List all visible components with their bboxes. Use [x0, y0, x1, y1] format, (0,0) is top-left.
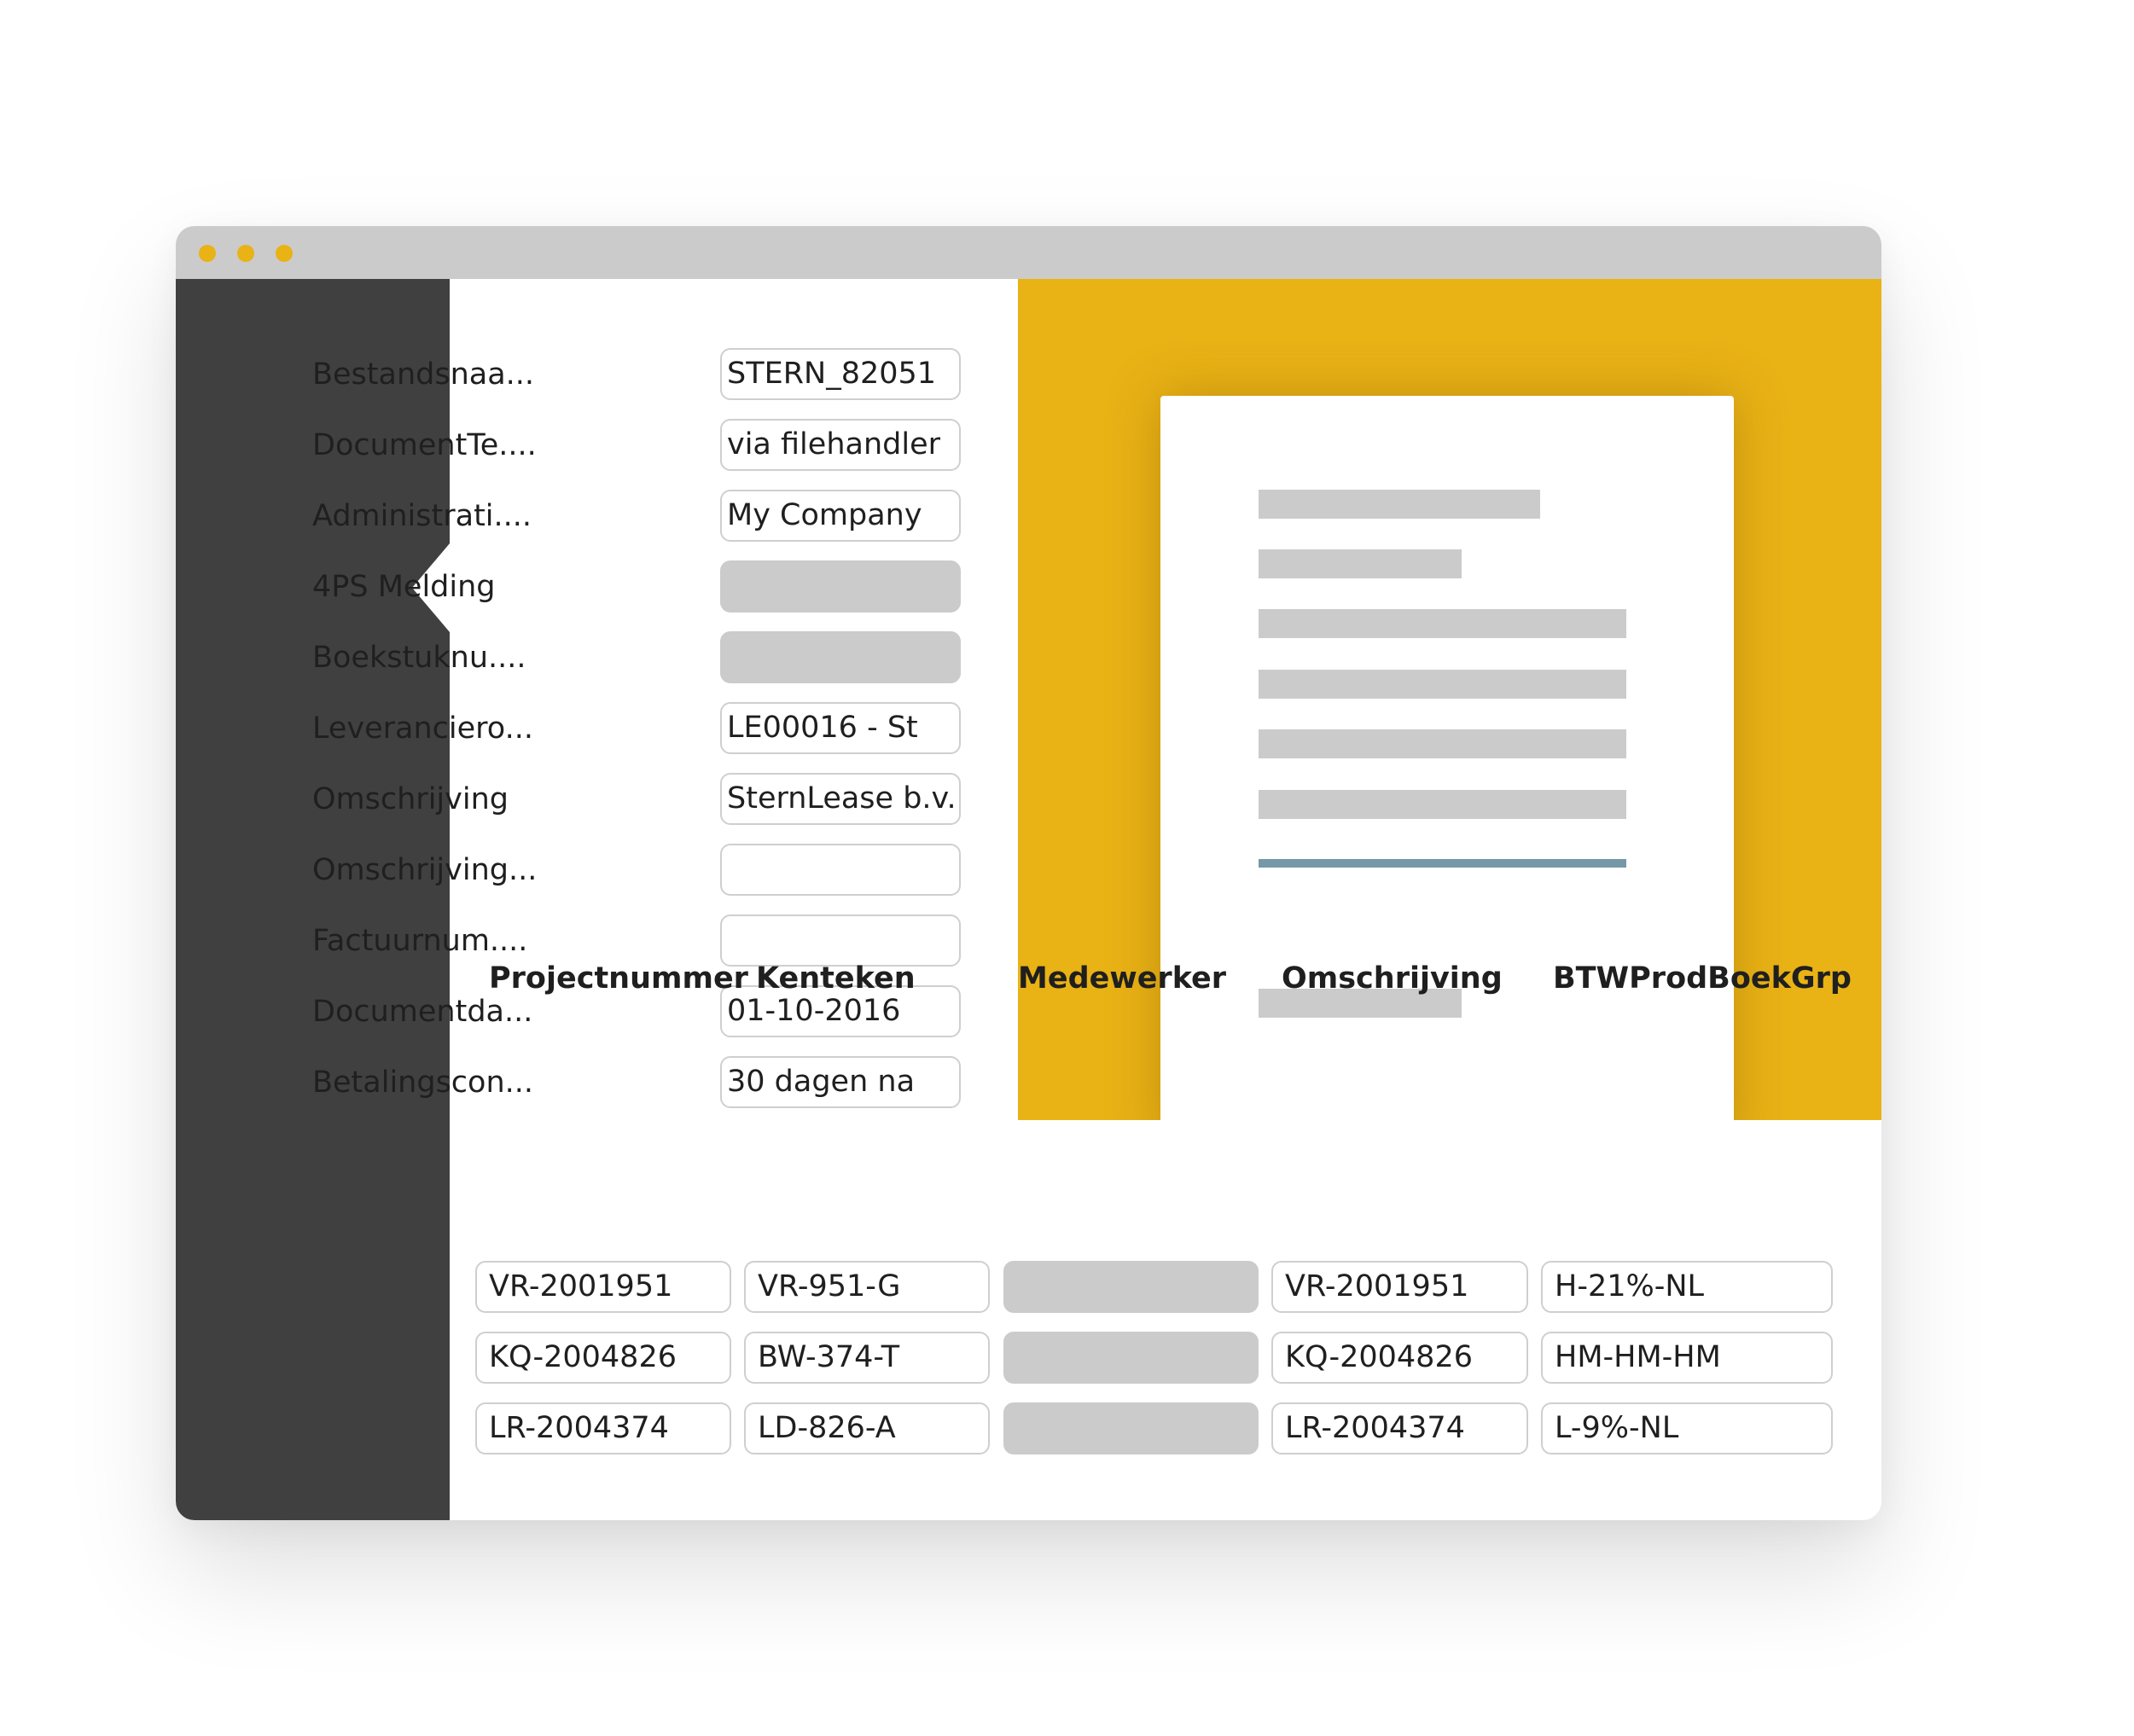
boekstuknummer-input	[720, 631, 961, 683]
window-maximize-dot[interactable]	[276, 245, 293, 262]
field-label: Leveranciero...	[312, 711, 533, 746]
column-header-medewerker: Medewerker	[1018, 961, 1227, 996]
omschrijving-cell[interactable]: KQ-2004826	[1271, 1332, 1528, 1384]
field-label: DocumentTe....	[312, 428, 537, 462]
betalingsconditie-input[interactable]: 30 dagen na	[720, 1056, 961, 1108]
window-close-dot[interactable]	[199, 245, 216, 262]
omschrijving-cell[interactable]: VR-2001951	[1271, 1261, 1528, 1313]
leverancier-input[interactable]: LE00016 - St	[720, 702, 961, 754]
field-label: Administrati....	[312, 499, 532, 533]
field-label: Boekstuknu....	[312, 641, 526, 675]
field-label: 4PS Melding	[312, 570, 496, 604]
projectnummer-cell[interactable]: KQ-2004826	[475, 1332, 731, 1384]
field-label: Omschrijving...	[312, 853, 538, 887]
documenttekst-input[interactable]: via filehandler	[720, 419, 961, 471]
text-line-placeholder	[1259, 549, 1462, 578]
4ps-melding-input	[720, 560, 961, 613]
bestandsnaam-input[interactable]: STERN_82051	[720, 348, 961, 400]
column-header-omschrijving: Omschrijving	[1282, 961, 1503, 996]
text-line-placeholder	[1259, 670, 1626, 699]
omschrijving-extra-input[interactable]	[720, 844, 961, 896]
field-label: Betalingscon...	[312, 1065, 534, 1100]
medewerker-cell	[1003, 1332, 1259, 1384]
field-label: Bestandsnaa...	[312, 357, 535, 392]
kenteken-cell[interactable]: VR-951-G	[744, 1261, 990, 1313]
text-line-placeholder	[1259, 729, 1626, 758]
omschrijving-input[interactable]: SternLease b.v.	[720, 773, 961, 825]
projectnummer-cell[interactable]: VR-2001951	[475, 1261, 731, 1313]
btwprodboekgrp-cell[interactable]: HM-HM-HM	[1541, 1332, 1833, 1384]
administratie-input[interactable]: My Company	[720, 490, 961, 542]
title-bar	[176, 226, 1881, 279]
field-label: Omschrijving	[312, 782, 509, 816]
field-label: Factuurnum....	[312, 924, 528, 958]
document-preview-page[interactable]	[1160, 396, 1734, 1120]
medewerker-cell	[1003, 1402, 1259, 1454]
highlight-line	[1259, 859, 1626, 868]
column-header-projectnummer: Projectnummer	[489, 961, 748, 996]
medewerker-cell	[1003, 1261, 1259, 1313]
column-header-kenteken: Kenteken	[756, 961, 916, 996]
window-minimize-dot[interactable]	[237, 245, 254, 262]
projectnummer-cell[interactable]: LR-2004374	[475, 1402, 731, 1454]
btwprodboekgrp-cell[interactable]: L-9%-NL	[1541, 1402, 1833, 1454]
text-line-placeholder	[1259, 790, 1626, 819]
btwprodboekgrp-cell[interactable]: H-21%-NL	[1541, 1261, 1833, 1313]
kenteken-cell[interactable]: BW-374-T	[744, 1332, 990, 1384]
text-line-placeholder	[1259, 609, 1626, 638]
kenteken-cell[interactable]: LD-826-A	[744, 1402, 990, 1454]
column-header-btwprodboekgrp: BTWProdBoekGrp	[1553, 961, 1852, 996]
omschrijving-cell[interactable]: LR-2004374	[1271, 1402, 1528, 1454]
text-line-placeholder	[1259, 490, 1540, 519]
